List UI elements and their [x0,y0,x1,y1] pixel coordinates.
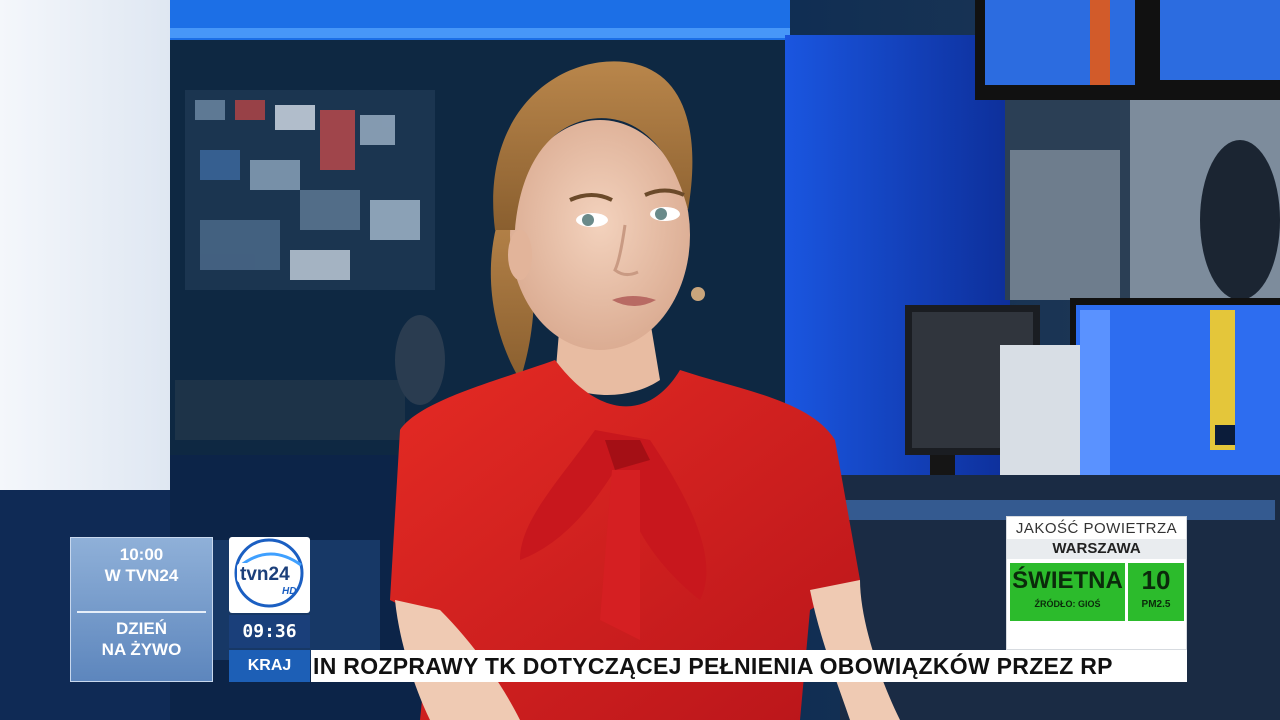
ticker-text: IN ROZPRAWY TK DOTYCZĄCEJ PEŁNIENIA OBOW… [313,653,1113,679]
promo-line-2: NA ŻYWO [101,640,182,659]
programme-promo-box: 10:00 W TVN24 DZIEŃ NA ŻYWO [70,537,213,682]
promo-time: 10:00 [119,545,164,564]
hd-label: HD [282,586,296,597]
tvn24-logo-icon: tvn24 HD [234,538,304,608]
air-quality-unit: PM2.5 [1141,599,1171,610]
air-quality-status-box: ŚWIETNA ŹRÓDŁO: GIOŚ [1010,563,1125,621]
promo-channel: W TVN24 [104,566,179,585]
air-quality-value: 10 [1141,565,1171,595]
tvn24-logo: tvn24 HD [229,537,310,613]
air-quality-status: ŚWIETNA [1012,567,1123,594]
air-quality-title: JAKOŚĆ POWIETRZA [1015,520,1178,537]
tvn24-logo-text: tvn24 [240,564,290,585]
promo-divider [77,611,206,613]
on-air-clock: 09:36 [229,615,310,648]
news-section-label: KRAJ [229,650,310,682]
promo-top-text: 10:00 W TVN24 [71,544,212,586]
promo-line-1: DZIEŃ [116,619,167,638]
news-ticker: IN ROZPRAWY TK DOTYCZĄCEJ PEŁNIENIA OBOW… [311,650,1187,682]
air-quality-widget: JAKOŚĆ POWIETRZA WARSZAWA ŚWIETNA ŹRÓDŁO… [1006,516,1187,650]
air-quality-city: WARSZAWA [1007,539,1186,559]
promo-programme-name: DZIEŃ NA ŻYWO [71,618,212,660]
air-quality-source: ŹRÓDŁO: GIOŚ [1034,599,1101,609]
air-quality-value-box: 10 PM2.5 [1128,563,1184,621]
